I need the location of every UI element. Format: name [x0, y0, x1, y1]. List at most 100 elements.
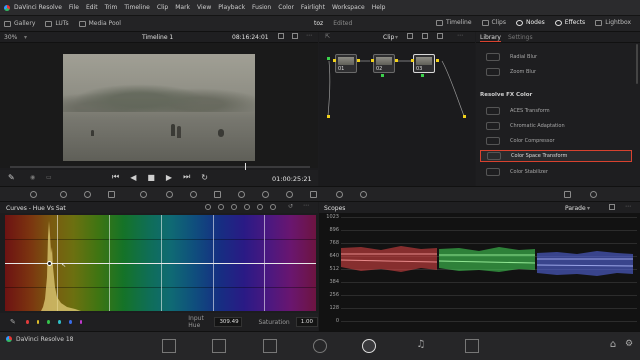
curves-icon[interactable]	[140, 191, 147, 198]
node-01[interactable]: 01	[335, 54, 357, 73]
saturation-field[interactable]: 1.00	[295, 317, 318, 327]
motion-effects-icon[interactable]	[108, 191, 115, 198]
clips-button[interactable]: Clips	[481, 19, 506, 26]
deliver-page-icon[interactable]	[465, 339, 479, 353]
color-wheels-icon[interactable]	[60, 191, 67, 198]
menu-trim[interactable]: Trim	[105, 4, 118, 11]
warper-icon[interactable]	[166, 191, 173, 198]
more-icon[interactable]: ⋯	[625, 203, 631, 210]
menu-view[interactable]: View	[197, 4, 211, 11]
luts-button[interactable]: LUTs	[45, 20, 69, 27]
scopes-icon[interactable]	[564, 191, 571, 198]
lift-gamma-gain-icon[interactable]	[30, 191, 37, 198]
media-page-icon[interactable]	[162, 339, 176, 353]
loop-icon[interactable]: ↻	[201, 173, 208, 182]
list-item[interactable]: Color Stabilizer	[480, 166, 632, 178]
hue-vs-sat-curve[interactable]: ↖	[5, 215, 316, 311]
gallery-button[interactable]: Gallery	[4, 20, 35, 27]
tab-library[interactable]: Library	[480, 34, 501, 42]
menu-app[interactable]: DaVinci Resolve	[14, 4, 62, 11]
curve-mode-icon[interactable]	[205, 204, 211, 210]
chevron-down-icon[interactable]: ▾	[24, 34, 27, 41]
scope-settings-icon[interactable]	[609, 204, 615, 210]
play-icon[interactable]: ▶	[166, 173, 172, 182]
node-mode-dropdown[interactable]: Clip	[383, 34, 394, 41]
menu-fairlight[interactable]: Fairlight	[301, 4, 325, 11]
gear-icon[interactable]: ⚙	[622, 339, 636, 353]
more-icon[interactable]: ⋯	[457, 32, 463, 39]
window-icon[interactable]	[214, 191, 221, 198]
first-frame-icon[interactable]: ⏮	[112, 172, 119, 182]
color-dot-green[interactable]	[47, 320, 51, 324]
viewer-options-icon[interactable]	[292, 33, 298, 39]
menu-color[interactable]: Color	[278, 4, 294, 11]
node-fit-icon[interactable]	[422, 33, 428, 39]
menu-playback[interactable]: Playback	[218, 4, 245, 11]
menu-edit[interactable]: Edit	[86, 4, 98, 11]
scrubber-bar[interactable]	[10, 166, 310, 168]
curve-mode-icon[interactable]	[257, 204, 263, 210]
curve-mode-icon[interactable]	[244, 204, 250, 210]
menu-file[interactable]: File	[69, 4, 79, 11]
magic-mask-icon[interactable]	[262, 191, 269, 198]
curve-mode-icon[interactable]	[231, 204, 237, 210]
input-hue-field[interactable]: 309.49	[214, 317, 243, 327]
edit-page-icon[interactable]	[263, 339, 277, 353]
timeline-name[interactable]: Timeline 1	[142, 34, 173, 41]
list-item[interactable]: ACES Transform	[480, 105, 632, 117]
chevron-down-icon[interactable]: ▾	[395, 34, 398, 41]
library-scrollbar[interactable]	[636, 44, 638, 84]
tracker-icon[interactable]	[238, 191, 245, 198]
list-item[interactable]: Color Compressor	[480, 135, 632, 147]
color-dot-cyan[interactable]	[58, 320, 61, 324]
node-editor[interactable]: 01 02 03	[319, 43, 475, 186]
menu-workspace[interactable]: Workspace	[332, 4, 365, 11]
color-page-icon[interactable]	[362, 339, 376, 353]
pen-icon[interactable]: ✎	[8, 173, 15, 182]
audio-icon[interactable]: ◉	[30, 174, 35, 181]
more-icon[interactable]: ⋯	[303, 202, 309, 209]
sizing-icon[interactable]	[336, 191, 343, 198]
tab-settings[interactable]: Settings	[508, 34, 533, 41]
cut-page-icon[interactable]	[212, 339, 226, 353]
node-tool-icon[interactable]: ⇱	[325, 33, 330, 40]
menu-help[interactable]: Help	[372, 4, 386, 11]
list-item[interactable]: Chromatic Adaptation	[480, 120, 632, 132]
list-item[interactable]: Zoom Blur	[480, 66, 632, 78]
key-icon[interactable]	[310, 191, 317, 198]
home-icon[interactable]: ⌂	[606, 339, 620, 353]
node-03[interactable]: 03	[413, 54, 435, 73]
menu-mark[interactable]: Mark	[175, 4, 190, 11]
node-view-icon[interactable]	[407, 33, 413, 39]
curve-mode-icon[interactable]	[218, 204, 224, 210]
rgb-mixer-icon[interactable]	[84, 191, 91, 198]
scope-mode-dropdown[interactable]: Parade	[565, 205, 586, 212]
color-dot-magenta[interactable]	[79, 320, 83, 324]
media-pool-button[interactable]: Media Pool	[78, 20, 121, 27]
menu-clip[interactable]: Clip	[157, 4, 168, 11]
more-icon[interactable]: ⋯	[306, 32, 312, 39]
last-frame-icon[interactable]: ⏭	[183, 172, 190, 182]
chevron-down-icon[interactable]: ▾	[587, 205, 590, 212]
color-dot-yellow[interactable]	[36, 320, 40, 324]
menu-timeline[interactable]: Timeline	[124, 4, 150, 11]
viewer-frame[interactable]	[63, 54, 255, 161]
fullscreen-icon[interactable]: ▭	[46, 174, 52, 181]
reset-icon[interactable]: ↺	[288, 203, 293, 210]
nodes-button[interactable]: Nodes	[515, 19, 545, 26]
effects-button[interactable]: Effects	[554, 19, 585, 26]
color-dot-blue[interactable]	[68, 320, 72, 324]
list-item[interactable]: Radial Blur	[480, 51, 632, 63]
curve-mode-icon[interactable]	[270, 204, 276, 210]
color-dot-red[interactable]	[25, 320, 29, 324]
fusion-page-icon[interactable]	[313, 339, 327, 353]
list-item-selected[interactable]: Color Space Transform	[480, 150, 632, 162]
3d-icon[interactable]	[360, 191, 367, 198]
viewer-mode-icon[interactable]	[278, 33, 284, 39]
curve-control-point[interactable]	[47, 261, 52, 266]
node-bypass-icon[interactable]	[437, 33, 443, 39]
qualifier-icon[interactable]	[190, 191, 197, 198]
stop-icon[interactable]: ■	[147, 173, 155, 182]
fairlight-page-icon[interactable]: ♫	[414, 339, 428, 353]
zoom-dropdown[interactable]: 30%	[4, 34, 17, 41]
